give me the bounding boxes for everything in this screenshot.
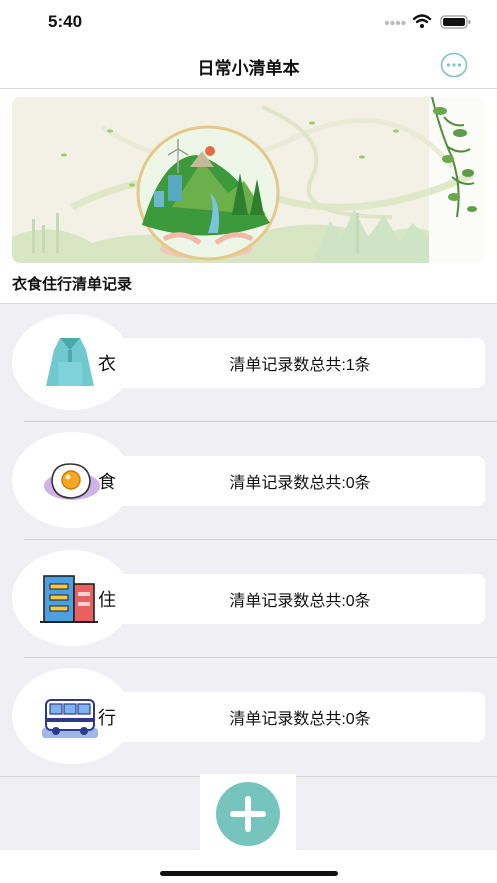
divider <box>24 421 497 422</box>
category-label: 住 <box>98 590 116 611</box>
plus-icon <box>230 796 266 832</box>
home-indicator-area <box>0 850 497 883</box>
category-count: 清单记录数总共:0条 <box>229 593 371 610</box>
category-label: 行 <box>98 708 116 729</box>
home-indicator[interactable] <box>160 871 338 876</box>
divider <box>24 657 497 658</box>
category-label: 食 <box>98 472 116 493</box>
fried-egg-icon <box>44 463 100 500</box>
category-count: 清单记录数总共:0条 <box>229 475 371 492</box>
battery-icon <box>440 15 471 29</box>
divider <box>24 539 497 540</box>
banner-caption: 衣食住行清单记录 <box>12 275 133 293</box>
wifi-icon <box>412 14 432 28</box>
jacket-icon <box>46 338 94 386</box>
category-row-travel[interactable]: 行 清单记录数总共:0条 <box>0 668 497 786</box>
bus-icon <box>42 699 98 738</box>
category-row-food[interactable]: 食 清单记录数总共:0条 <box>0 432 497 550</box>
navigation-bar: 日常小清单本 <box>0 44 497 89</box>
category-count: 清单记录数总共:0条 <box>229 711 371 728</box>
category-row-housing[interactable]: 住 清单记录数总共:0条 <box>0 550 497 668</box>
category-count: 清单记录数总共:1条 <box>229 357 371 374</box>
banner-section: 衣食住行清单记录 <box>0 89 497 304</box>
banner-image[interactable] <box>12 97 484 263</box>
add-button[interactable] <box>216 782 280 846</box>
category-label: 衣 <box>98 354 116 375</box>
eco-illustration <box>12 97 484 263</box>
status-bar: 5:40 <box>0 0 497 44</box>
category-row-clothing[interactable]: 衣 清单记录数总共:1条 <box>0 314 497 432</box>
status-time: 5:40 <box>48 12 83 31</box>
signal-icon <box>384 20 406 26</box>
more-options-icon[interactable] <box>440 52 468 78</box>
building-icon <box>40 575 98 623</box>
page-title: 日常小清单本 <box>197 59 300 79</box>
